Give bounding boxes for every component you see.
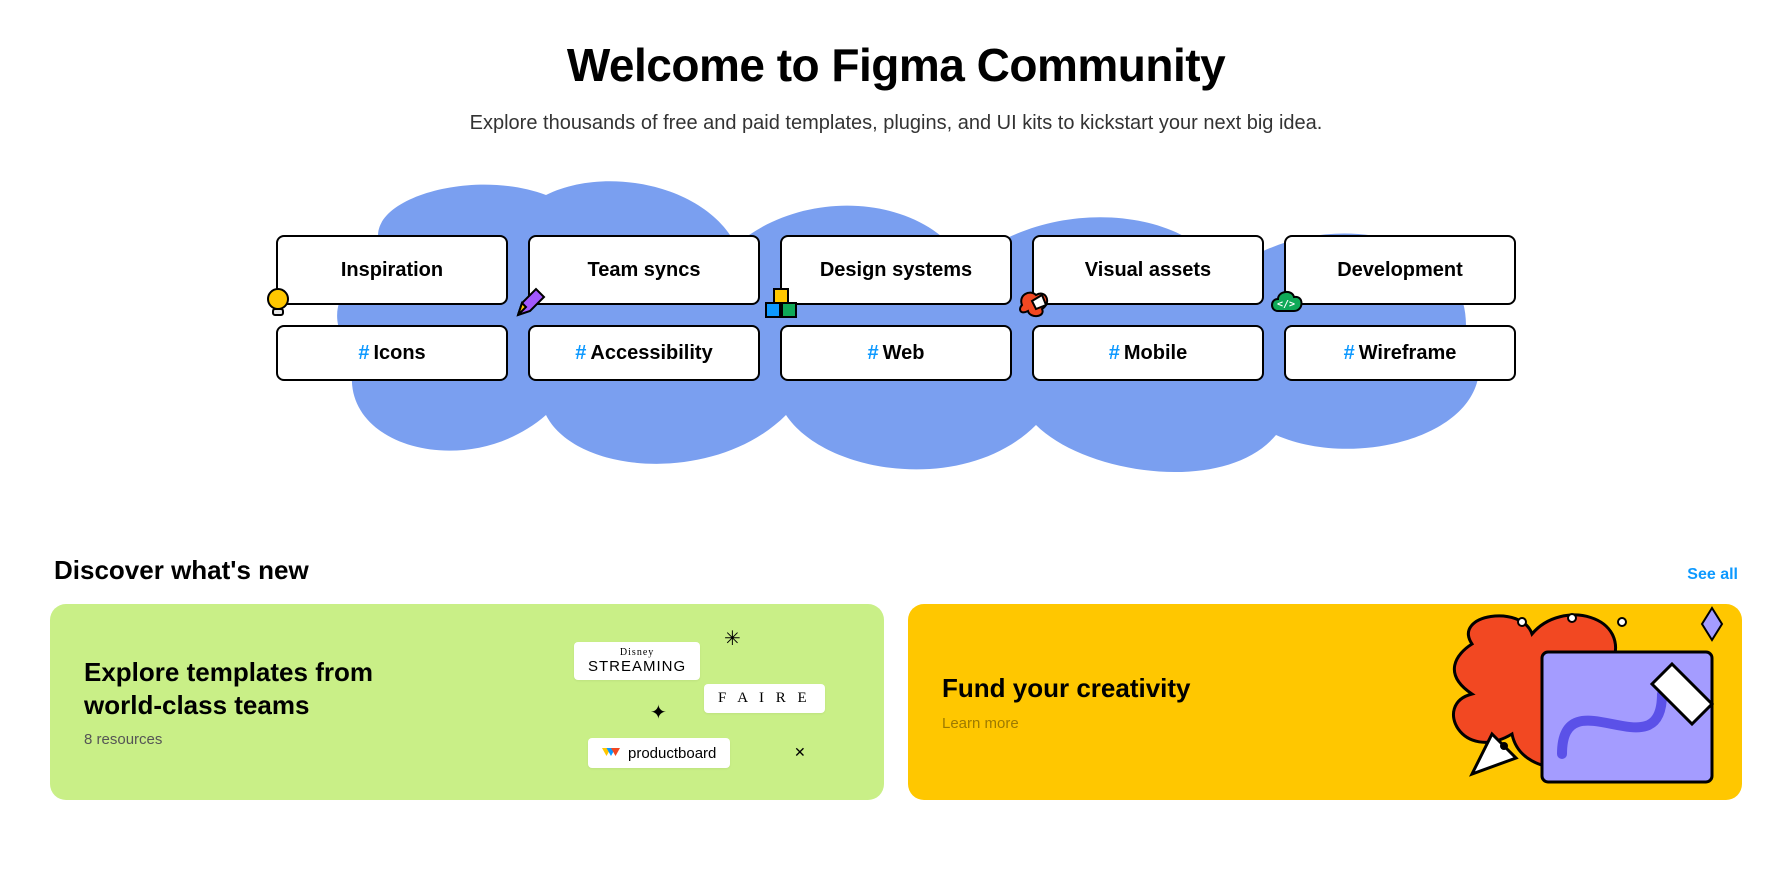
category-development[interactable]: Development </> <box>1284 235 1516 305</box>
tag-label: Accessibility <box>590 342 712 365</box>
page-title: Welcome to Figma Community <box>50 38 1742 92</box>
hash-icon: # <box>1344 342 1355 365</box>
category-visual-assets[interactable]: Visual assets <box>1032 235 1264 305</box>
tag-label: Wireframe <box>1359 342 1457 365</box>
tag-accessibility[interactable]: #Accessibility <box>528 325 760 381</box>
tag-icons[interactable]: #Icons <box>276 325 508 381</box>
hash-icon: # <box>575 342 586 365</box>
category-label: Development <box>1337 259 1463 282</box>
sparkle-icon: ✦ <box>650 700 667 725</box>
hash-icon: # <box>868 342 879 365</box>
lightbulb-icon <box>260 285 296 321</box>
productboard-icon <box>602 744 620 762</box>
category-row: Inspiration Team syncs Design systems Vi… <box>276 235 1516 305</box>
tag-wireframe[interactable]: #Wireframe <box>1284 325 1516 381</box>
tag-mobile[interactable]: #Mobile <box>1032 325 1264 381</box>
logo-productboard: productboard <box>588 738 730 768</box>
category-label: Inspiration <box>341 259 443 282</box>
logo-cloud: ✳ Disney STREAMING ✦ F A I R E productbo… <box>564 604 864 800</box>
logo-disney-streaming: Disney STREAMING <box>574 642 700 680</box>
sparkle-icon: ✳ <box>724 626 741 651</box>
hash-icon: # <box>358 342 369 365</box>
category-design-systems[interactable]: Design systems <box>780 235 1012 305</box>
tag-label: Mobile <box>1124 342 1187 365</box>
tag-label: Web <box>883 342 925 365</box>
creativity-art <box>1412 604 1742 800</box>
tag-label: Icons <box>373 342 425 365</box>
page-subtitle: Explore thousands of free and paid templ… <box>50 112 1742 135</box>
tag-web[interactable]: #Web <box>780 325 1012 381</box>
see-all-link[interactable]: See all <box>1687 566 1738 584</box>
hero-blob-background: Inspiration Team syncs Design systems Vi… <box>266 165 1526 495</box>
section-heading: Discover what's new <box>54 555 309 586</box>
card-fund-creativity[interactable]: Fund your creativity Learn more <box>908 604 1742 800</box>
tag-row: #Icons #Accessibility #Web #Mobile #Wire… <box>276 325 1516 381</box>
sparkle-icon: ✕ <box>794 744 806 761</box>
hash-icon: # <box>1109 342 1120 365</box>
category-team-syncs[interactable]: Team syncs <box>528 235 760 305</box>
category-label: Visual assets <box>1085 259 1211 282</box>
logo-faire: F A I R E <box>704 684 825 713</box>
category-label: Team syncs <box>587 259 700 282</box>
blocks-icon <box>764 285 800 321</box>
category-inspiration[interactable]: Inspiration <box>276 235 508 305</box>
svg-text:</>: </> <box>1277 299 1295 310</box>
pen-blob-icon <box>1016 285 1052 321</box>
code-cloud-icon: </> <box>1268 285 1304 321</box>
pencil-icon <box>512 285 548 321</box>
category-label: Design systems <box>820 259 972 282</box>
card-explore-templates[interactable]: Explore templates from world-class teams… <box>50 604 884 800</box>
